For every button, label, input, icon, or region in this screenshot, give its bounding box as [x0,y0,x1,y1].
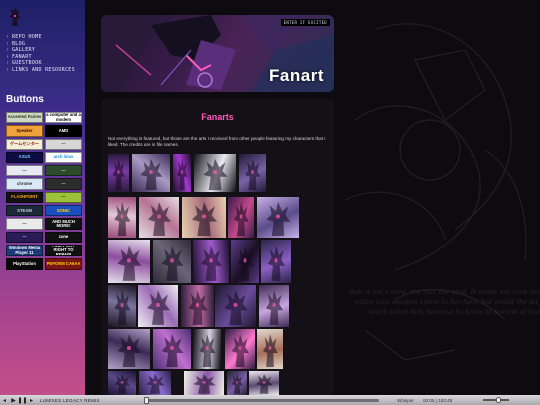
next-button[interactable]: ▸ [27,396,36,405]
page-title: Fanarts [201,112,234,122]
volume-handle[interactable] [495,397,501,403]
player-name: Whisper [397,397,414,403]
badge-button[interactable]: FLASHPOINT [6,191,43,204]
fanart-thumbnail[interactable] [227,371,247,395]
fanart-thumbnail[interactable] [181,285,214,327]
seek-handle[interactable] [144,396,149,404]
fanart-thumbnail[interactable] [257,197,299,238]
banner-tag: ENTER IF EXCITED [280,19,330,26]
fanart-thumbnail[interactable] [108,371,136,395]
fanart-thumbnail[interactable] [108,197,136,238]
badge-button[interactable]: — [45,191,82,204]
media-player: ◂ ▶ ❚❚ ▸ LUMIXES LEGACY REMIX Whisper 00… [0,395,540,405]
fanart-thumbnail[interactable] [228,197,254,238]
fanart-thumbnail[interactable] [153,329,191,369]
badge-button[interactable]: Accented Fairies [6,112,43,124]
seek-bar[interactable] [144,396,379,404]
badge-button[interactable]: AMD [45,125,82,137]
badge-button[interactable]: — [45,178,82,190]
fanart-thumbnail[interactable] [184,371,224,395]
badge-button[interactable]: — [6,165,43,177]
fanart-thumbnail[interactable] [139,197,179,238]
background-sketch [335,0,540,395]
play-icon: ▶ [11,397,16,404]
nav-item-links[interactable]: › LINKS AND RESOURCES [6,67,75,74]
fanart-thumbnail[interactable] [215,285,256,327]
fanart-thumbnail[interactable] [249,371,279,395]
fanart-thumbnail[interactable] [193,240,229,283]
nav-item-blog[interactable]: › BLOG [6,41,75,48]
badge-button[interactable]: chrome [6,178,43,190]
nav-item-gallery[interactable]: › GALLERY [6,47,75,54]
badge-button[interactable]: — [6,218,43,230]
intro-text: Not everything is featured, but those ar… [108,136,326,147]
nav-menu: › REPO HOME › BLOG › GALLERY › FANART › GUEST… [6,34,75,74]
badge-button[interactable]: arch linux [45,151,82,164]
fanart-thumbnail[interactable] [231,240,259,283]
fanart-thumbnail[interactable] [108,240,150,283]
nav-item-guestbook[interactable]: › GUESTBOOK [6,60,75,67]
badge-button[interactable]: Windows Media Player 11 [6,244,43,257]
fanart-thumbnail[interactable] [257,329,283,369]
time-readout: 00:05 | 100:45 [423,397,453,403]
badge-button[interactable]: PlayStation [6,258,43,270]
fanart-thumbnail[interactable] [182,197,226,238]
fanart-content: Fanarts Not everything is featured, but … [101,99,334,395]
fanart-thumbnail[interactable] [193,329,221,369]
fanart-thumbnail[interactable] [259,285,289,327]
badge-button[interactable]: — [45,165,82,177]
badge-button[interactable]: I SUPPORT RIGHT TO REPAIR [45,244,82,257]
fanart-thumbnail[interactable] [138,285,178,327]
avatar [8,6,22,28]
track-title: LUMIXES LEGACY REMIX [40,397,100,403]
fanart-thumbnail[interactable] [194,154,236,192]
fanart-banner: ENTER IF EXCITED Fanart [101,15,334,92]
fanart-thumbnail[interactable] [108,329,150,369]
nav-item-fanart[interactable]: › FANART [6,54,75,61]
fanart-thumbnail[interactable] [108,285,136,327]
fanart-thumbnail[interactable] [225,329,255,369]
badge-button[interactable]: PEPORM CA6AA [45,258,82,270]
previous-button[interactable]: ◂ [0,396,9,405]
badge-button[interactable]: Speaker [6,125,43,137]
background-caption: Ren is not a nerd, the maz the nerd. It … [349,288,540,316]
badge-button[interactable]: — [6,231,43,243]
pause-button[interactable]: ❚❚ [17,396,27,405]
badge-button[interactable]: SONIC [45,205,82,217]
badge-grid: Accented Fairies a computer and a modem Sp… [6,112,82,270]
buttons-heading: Buttons [6,94,44,105]
fanart-thumbnail[interactable] [239,154,266,192]
previous-icon: ◂ [2,397,6,404]
volume-slider[interactable] [483,397,509,403]
sidebar: › REPO HOME › BLOG › GALLERY › FANART › GUEST… [0,0,85,395]
badge-button[interactable]: a computer and a modem [45,112,82,124]
fanart-thumbnail[interactable] [108,154,129,192]
banner-title: Fanart [269,66,324,85]
fanart-thumbnail[interactable] [139,371,171,395]
fanart-thumbnail[interactable] [261,240,291,283]
nav-item-repo-home[interactable]: › REPO HOME [6,34,75,41]
fanart-thumbnail[interactable] [153,240,191,283]
fanart-thumbnail[interactable] [132,154,170,192]
badge-button[interactable]: ASUS [6,151,43,164]
badge-button[interactable]: ゲームセンター [6,138,43,150]
badge-button[interactable]: AND MUCH MORE! [45,218,82,230]
badge-button[interactable]: — [45,138,82,150]
badge-button[interactable]: zune [45,231,82,243]
badge-button[interactable]: STEAM [6,205,43,217]
next-icon: ▸ [29,397,33,404]
fanart-thumbnail[interactable] [173,154,191,192]
